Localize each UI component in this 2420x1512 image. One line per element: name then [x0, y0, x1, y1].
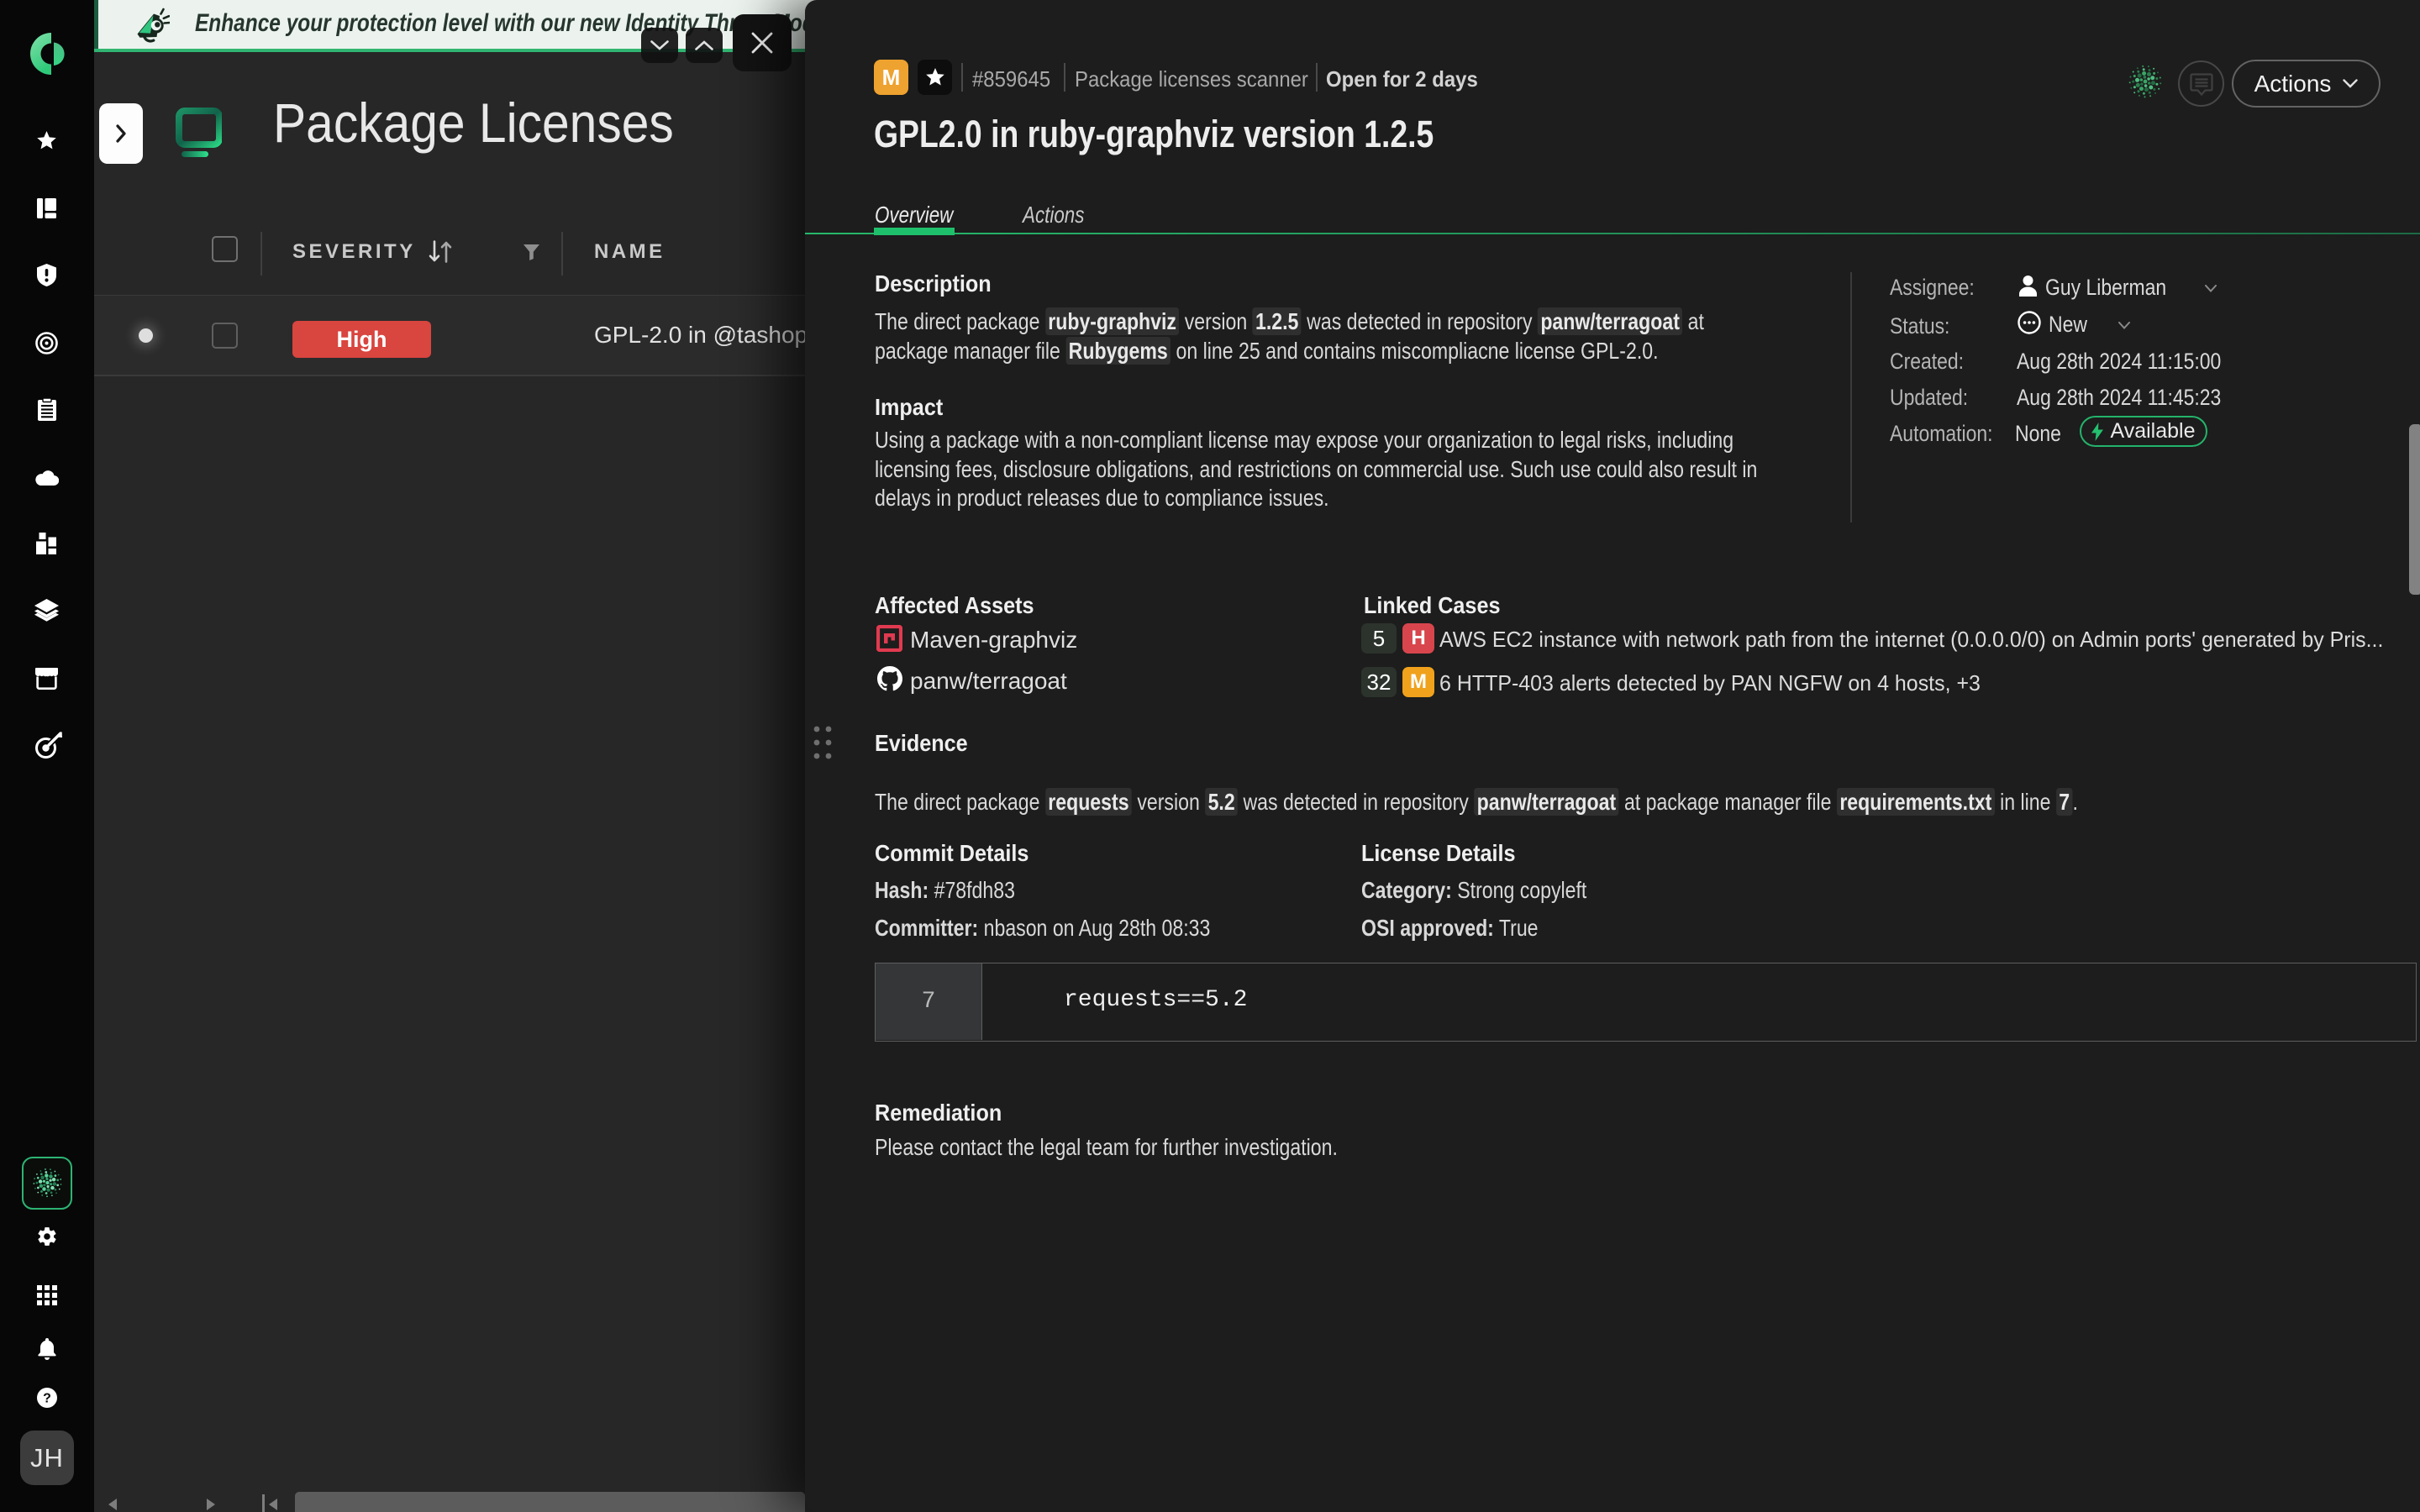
svg-text:?: ?	[43, 1392, 51, 1406]
